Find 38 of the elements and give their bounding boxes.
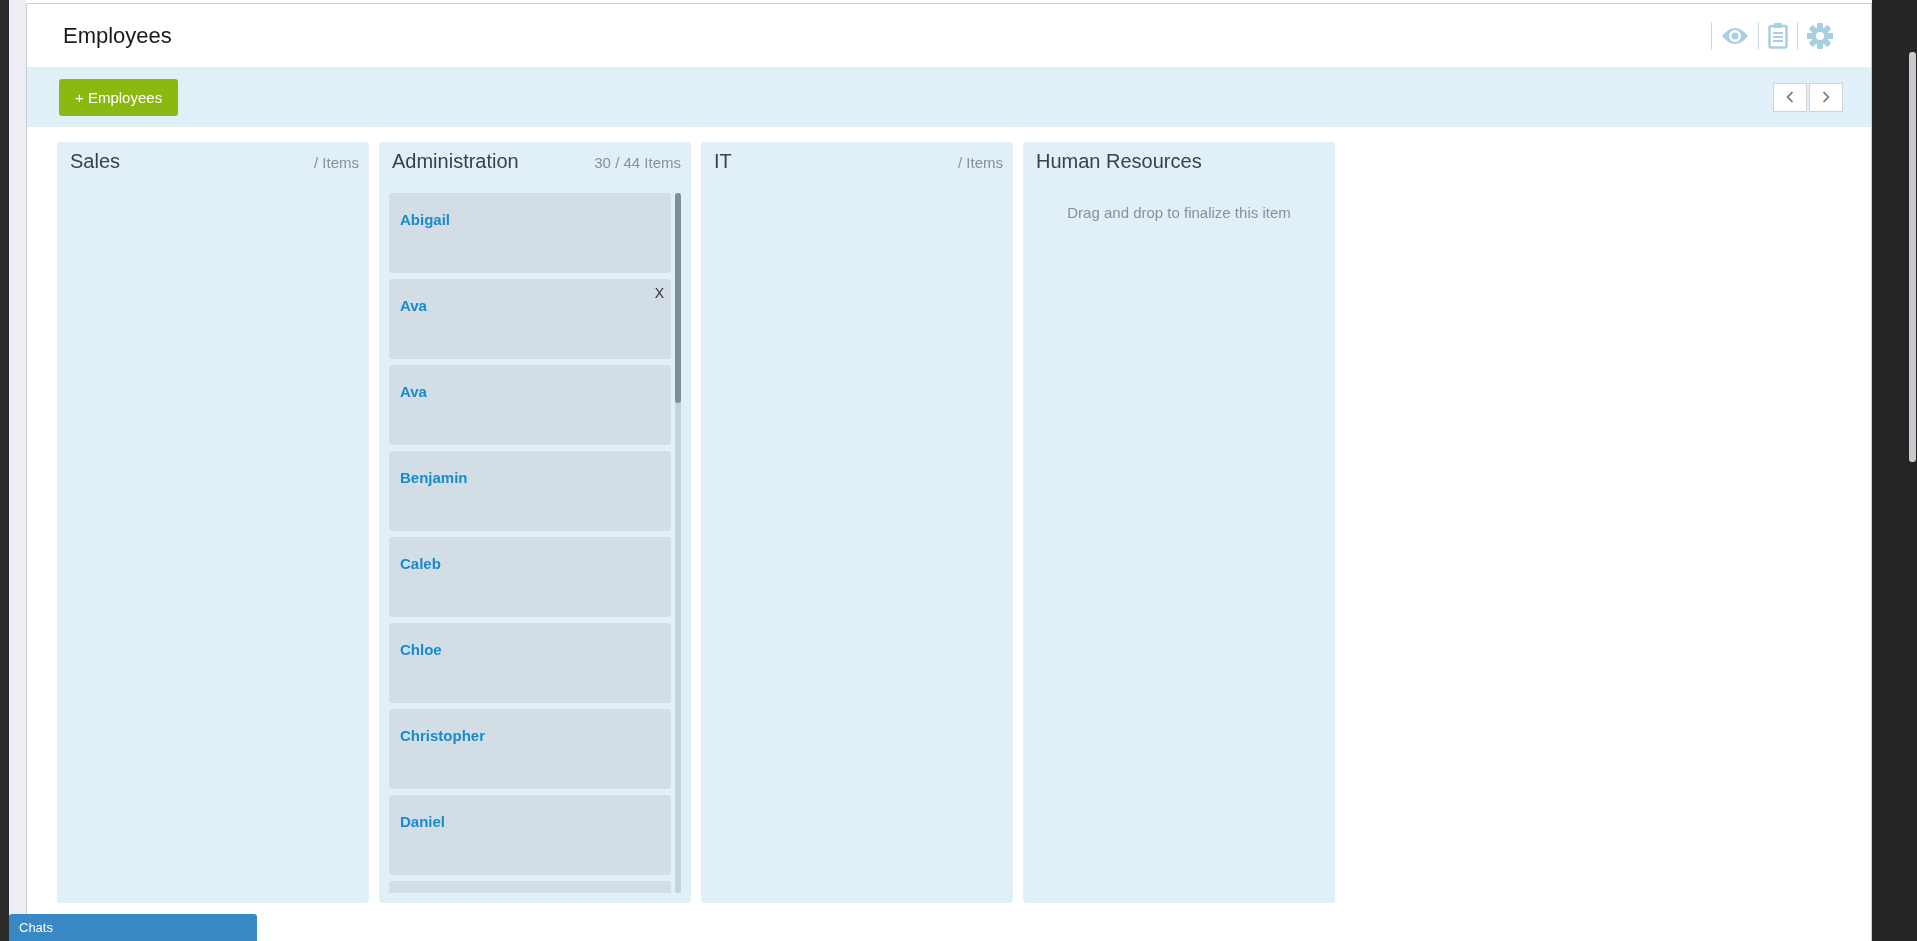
employee-name[interactable]: Daniel: [400, 813, 445, 830]
next-button[interactable]: [1809, 82, 1843, 112]
clipboard-icon[interactable]: [1768, 22, 1788, 49]
employee-card[interactable]: Chloe: [389, 623, 671, 703]
column-title: Sales: [70, 150, 121, 173]
employee-card[interactable]: Benjamin: [389, 451, 671, 531]
employee-name[interactable]: Abigail: [400, 211, 450, 228]
employee-name[interactable]: Chloe: [400, 641, 442, 658]
page-title: Employees: [63, 22, 172, 49]
item-count: / Items: [958, 154, 1003, 171]
employee-name[interactable]: Christopher: [400, 727, 485, 744]
employee-name[interactable]: Benjamin: [400, 469, 468, 486]
scrollbar[interactable]: [675, 193, 681, 893]
column-title: Human Resources: [1036, 150, 1202, 173]
chevron-right-icon: [1822, 91, 1830, 103]
chats-bar[interactable]: Chats: [9, 914, 257, 941]
column-title: Administration: [392, 150, 519, 173]
page-scrollbar[interactable]: [1909, 52, 1916, 462]
employee-name[interactable]: Ava: [400, 297, 427, 314]
item-count: 30 / 44 Items: [594, 154, 681, 171]
chevron-left-icon: [1786, 91, 1794, 103]
eye-icon[interactable]: [1721, 25, 1749, 46]
employee-card[interactable]: Caleb: [389, 537, 671, 617]
drop-hint: Drag and drop to finalize this item: [1066, 204, 1292, 221]
employee-card[interactable]: Ava X: [389, 279, 671, 359]
employee-card[interactable]: Daniel: [389, 795, 671, 875]
column-title: IT: [714, 150, 732, 173]
employee-name[interactable]: Ava: [400, 383, 427, 400]
remove-button[interactable]: X: [654, 285, 664, 301]
item-count: / Items: [314, 154, 359, 171]
settings-icon[interactable]: [1807, 22, 1833, 49]
add-employee-button[interactable]: + Employees: [59, 78, 179, 116]
employee-card[interactable]: Ava: [389, 365, 671, 445]
chats-label[interactable]: Chats: [19, 920, 53, 935]
employee-name[interactable]: Caleb: [400, 555, 441, 572]
employee-card[interactable]: Christopher: [389, 709, 671, 789]
previous-button[interactable]: [1773, 82, 1807, 112]
employee-card[interactable]: Abigail: [389, 193, 671, 273]
